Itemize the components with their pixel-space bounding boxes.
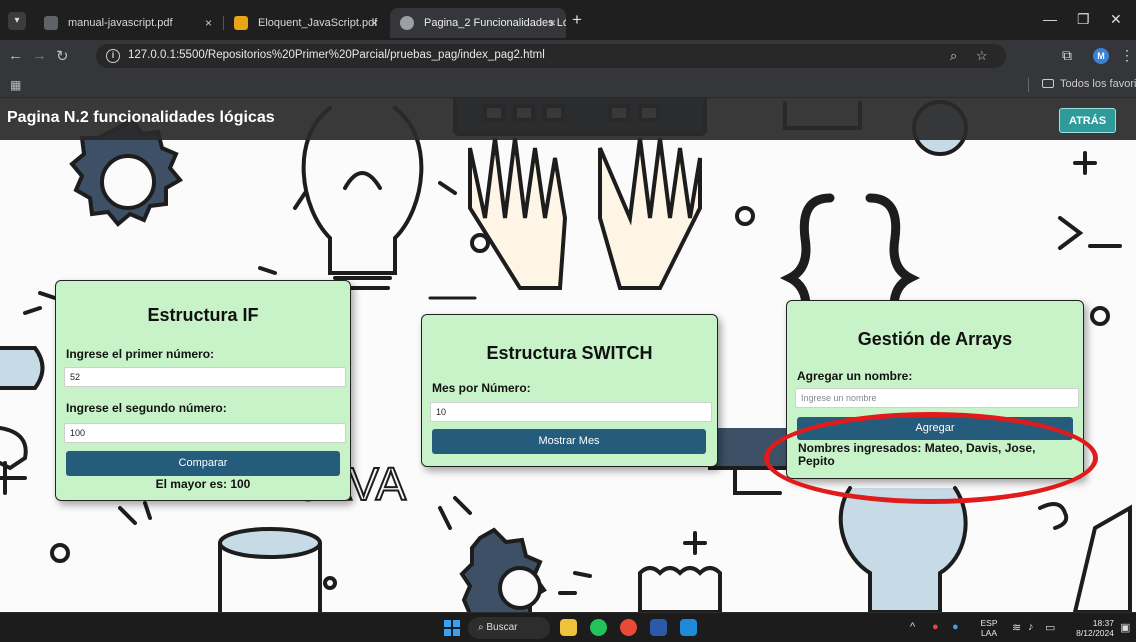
bookmark-star-icon[interactable]: ☆: [976, 48, 988, 64]
tab-title: manual-javascript.pdf: [68, 17, 173, 29]
search-label: Buscar: [486, 622, 518, 633]
tab-manual-javascript[interactable]: manual-javascript.pdf ×: [34, 8, 222, 38]
pencil-doodle: [1072, 504, 1132, 612]
tab-title: Pagina_2 Funcionalidades Lógic: [424, 17, 566, 29]
notepad-doodle: [638, 566, 722, 612]
minimize-icon[interactable]: —: [1043, 11, 1057, 27]
restore-icon[interactable]: ❐: [1077, 11, 1090, 28]
show-month-button[interactable]: Mostrar Mes: [432, 429, 706, 454]
notifications-icon[interactable]: ▣: [1120, 621, 1130, 634]
file-explorer-icon[interactable]: [560, 619, 577, 636]
forward-arrow-icon[interactable]: →: [32, 47, 47, 64]
globe-favicon-icon: [400, 16, 414, 30]
wifi-icon[interactable]: ≋: [1012, 621, 1021, 634]
tab-close-icon[interactable]: ×: [549, 8, 556, 38]
tab-pagina-2[interactable]: Pagina_2 Funcionalidades Lógic ×: [390, 8, 566, 38]
clock-date: 8/12/2024: [1076, 628, 1114, 638]
folder-label: Todos los favoritos: [1060, 78, 1136, 90]
hands-doodle: [468, 137, 568, 290]
close-window-icon[interactable]: ✕: [1110, 11, 1122, 28]
tab-close-icon[interactable]: ×: [205, 8, 212, 38]
second-number-label: Ingrese el segundo número:: [66, 401, 227, 415]
apps-grid-icon[interactable]: ▦: [10, 78, 21, 92]
compare-button[interactable]: Comparar: [66, 451, 340, 476]
bulb-doodle-bottom: [838, 486, 968, 612]
first-number-label: Ingrese el primer número:: [66, 347, 215, 361]
input-language-indicator[interactable]: ESP LAA: [975, 618, 1003, 638]
month-number-label: Mes por Número:: [432, 381, 531, 395]
pdf-favicon-icon: [234, 16, 248, 30]
all-bookmarks-folder[interactable]: Todos los favoritos: [1042, 78, 1136, 90]
windows-start-icon[interactable]: [444, 620, 460, 636]
taskbar-search[interactable]: ⌕ Buscar: [468, 617, 550, 639]
page-viewport: JAVA Pagina N.2 funcionalidades lógicas …: [0, 98, 1136, 612]
tab-eloquent-javascript[interactable]: Eloquent_JavaScript.pdf ×: [224, 8, 388, 38]
second-number-input[interactable]: [64, 423, 346, 443]
clock-time: 18:37: [1092, 618, 1114, 628]
new-tab-button[interactable]: +: [572, 10, 582, 30]
word-icon[interactable]: [650, 619, 667, 636]
language-layout: LAA: [980, 628, 998, 638]
tab-title: Eloquent_JavaScript.pdf: [258, 17, 378, 29]
tray-chevron-icon[interactable]: ^: [910, 621, 915, 633]
site-info-icon[interactable]: i: [106, 49, 120, 63]
tab-close-icon[interactable]: ×: [371, 8, 378, 38]
profile-avatar[interactable]: M: [1093, 48, 1109, 64]
tray-cloud-icon[interactable]: ●: [952, 621, 959, 633]
add-name-label: Agregar un nombre:: [797, 369, 913, 383]
name-input[interactable]: [795, 388, 1079, 408]
if-structure-card: Estructura IF Ingrese el primer número: …: [55, 280, 351, 501]
back-arrow-icon[interactable]: ←: [8, 47, 23, 64]
red-annotation-ellipse: [764, 412, 1098, 504]
extensions-icon[interactable]: ⧉: [1062, 47, 1072, 64]
volume-icon[interactable]: ♪: [1028, 621, 1034, 633]
vscode-icon[interactable]: [680, 619, 697, 636]
switch-card-title: Estructura SWITCH: [486, 343, 653, 363]
pdf-favicon-icon: [44, 16, 58, 30]
month-number-input[interactable]: [430, 402, 712, 422]
tab-search-icon[interactable]: ▾: [8, 12, 26, 30]
back-button[interactable]: ATRÁS: [1059, 108, 1116, 133]
url-text[interactable]: 127.0.0.1:5500/Repositorios%20Primer%20P…: [128, 49, 545, 61]
battery-icon[interactable]: ▭: [1045, 621, 1055, 634]
folder-icon: [1042, 79, 1054, 88]
page-title: Pagina N.2 funcionalidades lógicas: [7, 109, 275, 126]
zoom-icon[interactable]: ⌕: [950, 48, 957, 64]
switch-structure-card: Estructura SWITCH Mes por Número: Mostra…: [421, 314, 718, 467]
menu-kebab-icon[interactable]: ⋮: [1120, 47, 1134, 64]
tray-app-icon[interactable]: ●: [932, 621, 939, 633]
compare-result: El mayor es: 100: [155, 477, 251, 491]
array-card-title: Gestión de Arrays: [857, 329, 1013, 349]
browser-toolbar: ← → ↻ i 127.0.0.1:5500/Repositorios%20Pr…: [0, 40, 1136, 72]
clock[interactable]: 18:37 8/12/2024: [1064, 618, 1114, 638]
chrome-icon[interactable]: [620, 619, 637, 636]
windows-taskbar: ⌕ Buscar ^ ● ● ESP LAA ≋ ♪ ▭ 18:37 8/12/…: [0, 612, 1136, 642]
page-header: Pagina N.2 funcionalidades lógicas ATRÁS: [0, 98, 1136, 140]
first-number-input[interactable]: [64, 367, 346, 387]
reload-icon[interactable]: ↻: [56, 47, 69, 65]
bookmarks-divider: [1028, 78, 1029, 92]
bookmarks-bar: ▦ Todos los favoritos: [0, 72, 1136, 98]
address-bar[interactable]: i 127.0.0.1:5500/Repositorios%20Primer%2…: [96, 44, 1006, 68]
tab-strip: ▾ manual-javascript.pdf × Eloquent_JavaS…: [0, 0, 1136, 40]
whatsapp-icon[interactable]: [590, 619, 607, 636]
if-card-title: Estructura IF: [147, 305, 259, 325]
language-code: ESP: [980, 618, 998, 628]
